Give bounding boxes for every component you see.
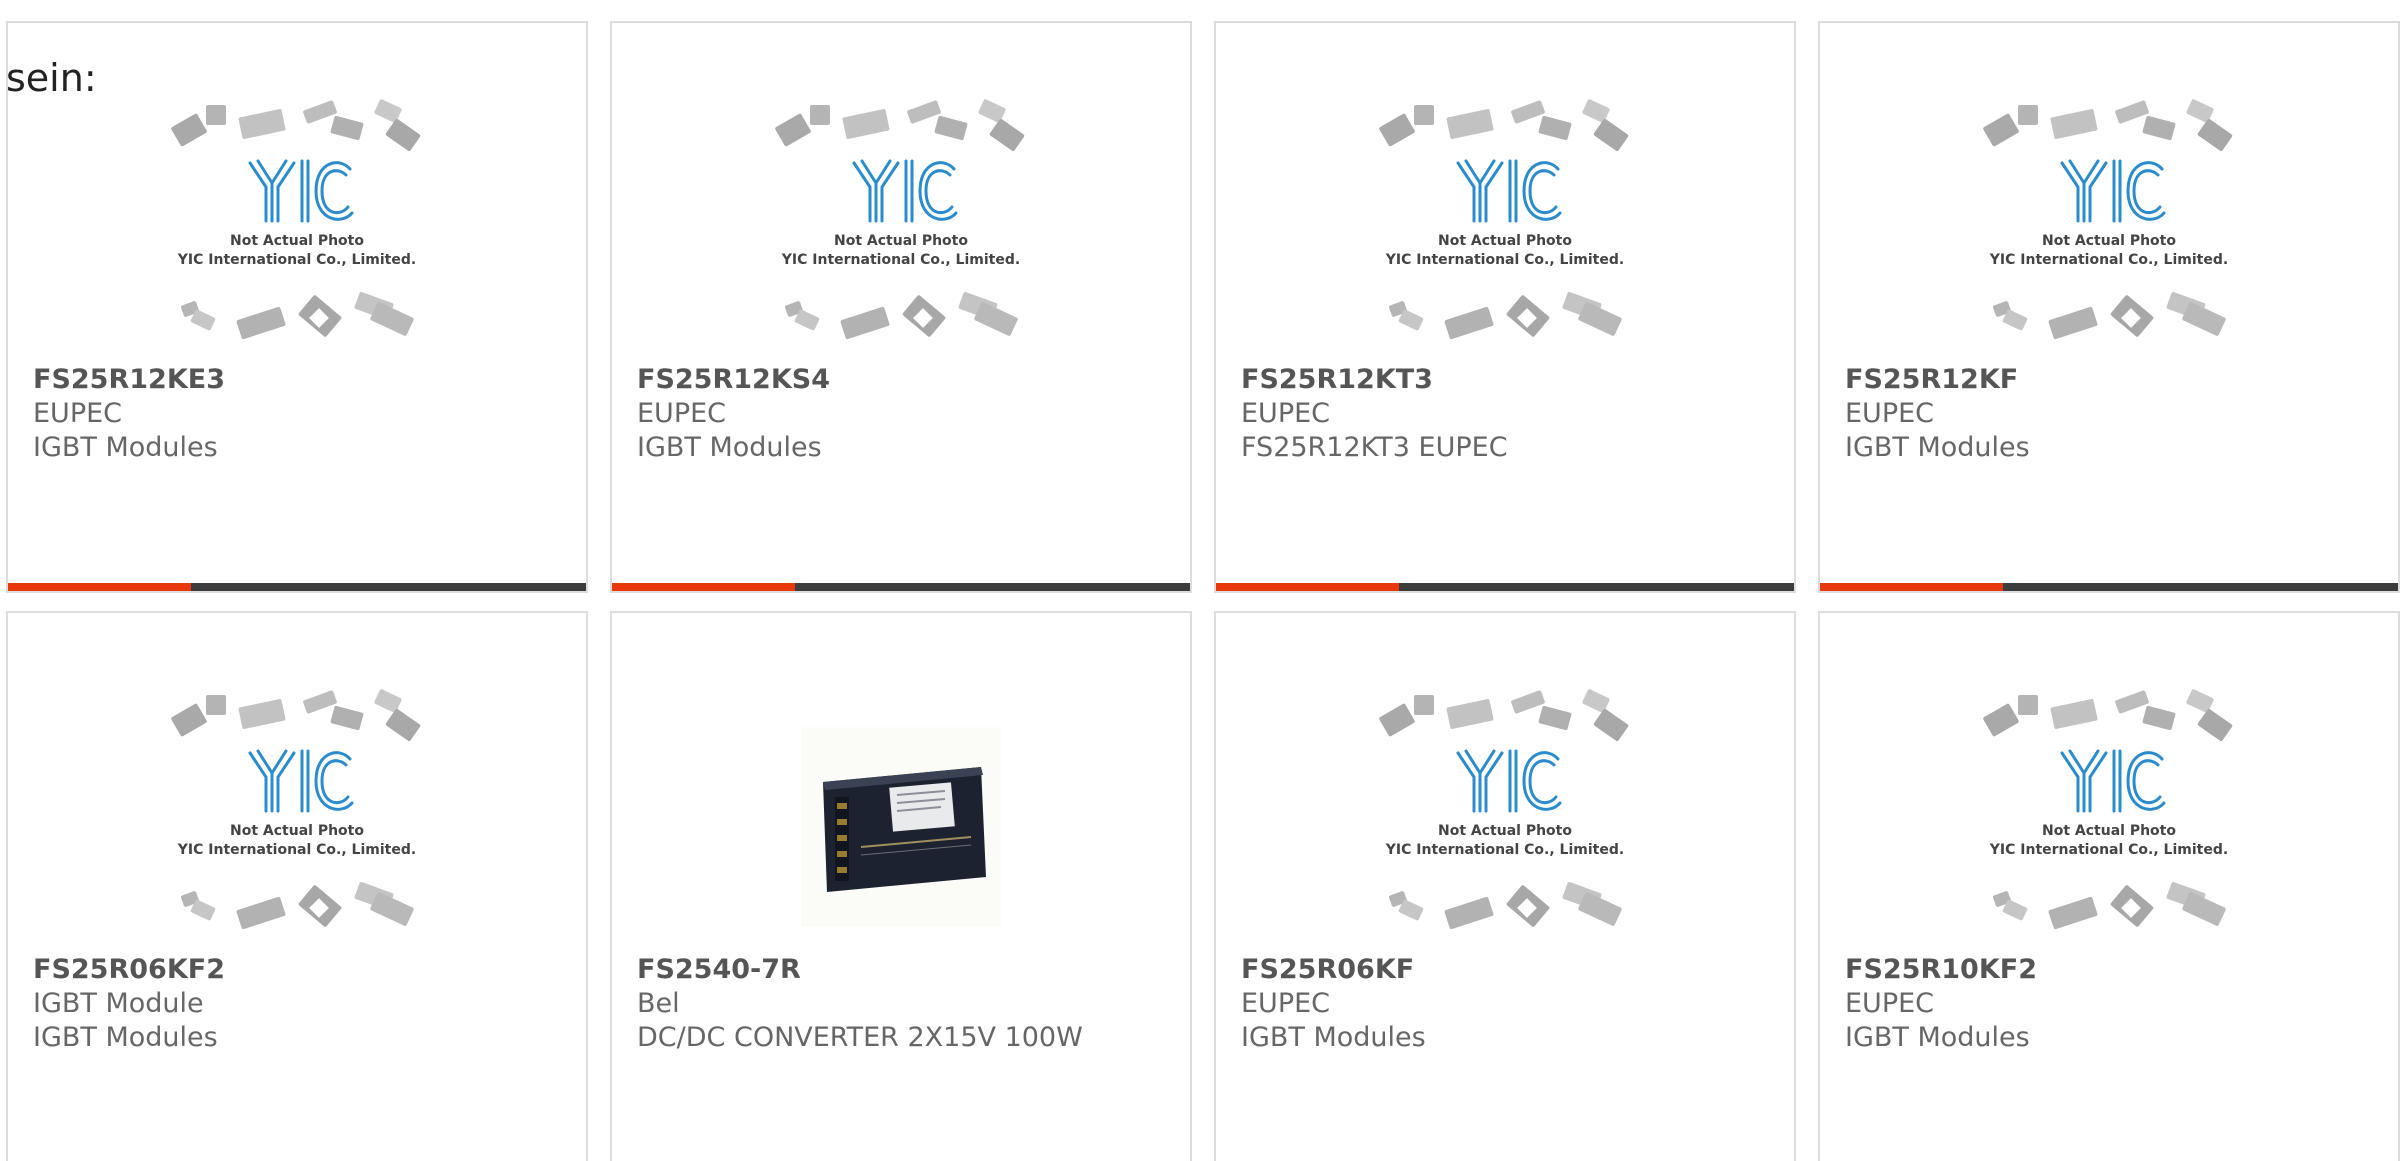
manufacturer: EUPEC xyxy=(1845,988,1935,1019)
description: FS25R12KT3 EUPEC xyxy=(1241,432,1508,463)
svg-text:YIC International Co., Limited: YIC International Co., Limited. xyxy=(1989,842,2228,858)
product-image: Not Actual Photo YIC International Co., … xyxy=(8,689,586,965)
part-number[interactable]: FS25R10KF2 xyxy=(1845,953,2378,987)
product-info: FS25R12KS4 EUPEC IGBT Modules xyxy=(637,363,1170,465)
not-actual-photo-icon: Not Actual Photo YIC International Co., … xyxy=(1379,99,1629,340)
not-actual-photo-icon: Not Actual Photo YIC International Co., … xyxy=(1983,689,2233,930)
card-bottom-bar xyxy=(8,583,586,591)
product-grid: Not Actual Photo YIC International Co., … xyxy=(6,21,2400,1161)
description: IGBT Modules xyxy=(1241,1022,1426,1053)
intro-text: sein: xyxy=(6,56,97,100)
product-image: Not Actual Photo YIC International Co., … xyxy=(612,99,1190,375)
product-image: Not Actual Photo YIC International Co., … xyxy=(1216,99,1794,375)
product-image: Not Actual Photo YIC International Co., … xyxy=(1216,689,1794,965)
part-number[interactable]: FS25R12KT3 xyxy=(1241,363,1774,397)
svg-text:Not Actual Photo: Not Actual Photo xyxy=(1438,823,1572,839)
manufacturer: EUPEC xyxy=(1241,988,1331,1019)
svg-text:Not Actual Photo: Not Actual Photo xyxy=(834,233,968,249)
product-card[interactable]: Not Actual Photo YIC International Co., … xyxy=(6,21,588,593)
product-info: FS25R12KE3 EUPEC IGBT Modules xyxy=(33,363,566,465)
placeholder-image: Not Actual Photo YIC International Co., … xyxy=(1370,99,1640,375)
product-card[interactable]: Not Actual Photo YIC International Co., … xyxy=(1214,21,1796,593)
card-accent-bar xyxy=(1820,583,2003,591)
manufacturer: IGBT Module xyxy=(33,988,204,1019)
placeholder-image: Not Actual Photo YIC International Co., … xyxy=(1974,99,2244,375)
description: IGBT Modules xyxy=(1845,432,2030,463)
part-number[interactable]: FS2540-7R xyxy=(637,953,1170,987)
part-number[interactable]: FS25R12KS4 xyxy=(637,363,1170,397)
card-accent-bar xyxy=(8,583,191,591)
manufacturer: EUPEC xyxy=(1241,398,1331,429)
description: IGBT Modules xyxy=(33,1022,218,1053)
part-number[interactable]: FS25R06KF2 xyxy=(33,953,566,987)
card-bottom-bar xyxy=(1216,583,1794,591)
part-number[interactable]: FS25R06KF xyxy=(1241,953,1774,987)
product-info: FS2540-7R Bel DC/DC CONVERTER 2X15V 100W xyxy=(637,953,1170,1055)
svg-text:YIC International Co., Limited: YIC International Co., Limited. xyxy=(781,252,1020,268)
part-number[interactable]: FS25R12KE3 xyxy=(33,363,566,397)
svg-text:YIC International Co., Limited: YIC International Co., Limited. xyxy=(1385,842,1624,858)
description: IGBT Modules xyxy=(33,432,218,463)
converter-icon xyxy=(801,727,1001,927)
svg-text:YIC International Co., Limited: YIC International Co., Limited. xyxy=(177,842,416,858)
not-actual-photo-icon: Not Actual Photo YIC International Co., … xyxy=(171,99,421,340)
placeholder-image: Not Actual Photo YIC International Co., … xyxy=(162,689,432,965)
product-card[interactable]: Not Actual Photo YIC International Co., … xyxy=(6,611,588,1161)
placeholder-image: Not Actual Photo YIC International Co., … xyxy=(1370,689,1640,965)
svg-text:YIC International Co., Limited: YIC International Co., Limited. xyxy=(1385,252,1624,268)
product-info: FS25R12KF EUPEC IGBT Modules xyxy=(1845,363,2378,465)
svg-text:Not Actual Photo: Not Actual Photo xyxy=(1438,233,1572,249)
svg-text:Not Actual Photo: Not Actual Photo xyxy=(2042,233,2176,249)
placeholder-image: Not Actual Photo YIC International Co., … xyxy=(1974,689,2244,965)
description: DC/DC CONVERTER 2X15V 100W xyxy=(637,1022,1083,1053)
product-image: Not Actual Photo YIC International Co., … xyxy=(1820,99,2398,375)
svg-text:Not Actual Photo: Not Actual Photo xyxy=(2042,823,2176,839)
not-actual-photo-icon: Not Actual Photo YIC International Co., … xyxy=(171,689,421,930)
card-bottom-bar xyxy=(1820,583,2398,591)
product-image xyxy=(612,689,1190,965)
manufacturer: EUPEC xyxy=(33,398,123,429)
product-image: Not Actual Photo YIC International Co., … xyxy=(8,99,586,375)
part-number[interactable]: FS25R12KF xyxy=(1845,363,2378,397)
card-accent-bar xyxy=(612,583,795,591)
product-card[interactable]: Not Actual Photo YIC International Co., … xyxy=(1818,21,2400,593)
product-card[interactable]: Not Actual Photo YIC International Co., … xyxy=(1818,611,2400,1161)
product-listing-page: sein: Not Actual Photo YIC International… xyxy=(0,0,2400,1161)
svg-text:Not Actual Photo: Not Actual Photo xyxy=(230,823,364,839)
product-card[interactable]: Not Actual Photo YIC International Co., … xyxy=(1214,611,1796,1161)
not-actual-photo-icon: Not Actual Photo YIC International Co., … xyxy=(1379,689,1629,930)
placeholder-image: Not Actual Photo YIC International Co., … xyxy=(766,99,1036,375)
product-image: Not Actual Photo YIC International Co., … xyxy=(1820,689,2398,965)
product-info: FS25R06KF2 IGBT Module IGBT Modules xyxy=(33,953,566,1055)
product-card[interactable]: Not Actual Photo YIC International Co., … xyxy=(610,21,1192,593)
manufacturer: EUPEC xyxy=(637,398,727,429)
description: IGBT Modules xyxy=(637,432,822,463)
not-actual-photo-icon: Not Actual Photo YIC International Co., … xyxy=(775,99,1025,340)
product-info: FS25R10KF2 EUPEC IGBT Modules xyxy=(1845,953,2378,1055)
card-accent-bar xyxy=(1216,583,1399,591)
svg-text:YIC International Co., Limited: YIC International Co., Limited. xyxy=(177,252,416,268)
manufacturer: EUPEC xyxy=(1845,398,1935,429)
svg-text:YIC International Co., Limited: YIC International Co., Limited. xyxy=(1989,252,2228,268)
svg-text:Not Actual Photo: Not Actual Photo xyxy=(230,233,364,249)
card-bottom-bar xyxy=(612,583,1190,591)
not-actual-photo-icon: Not Actual Photo YIC International Co., … xyxy=(1983,99,2233,340)
product-info: FS25R06KF EUPEC IGBT Modules xyxy=(1241,953,1774,1055)
dc-dc-converter-photo xyxy=(801,727,1001,927)
product-info: FS25R12KT3 EUPEC FS25R12KT3 EUPEC xyxy=(1241,363,1774,465)
manufacturer: Bel xyxy=(637,988,680,1019)
product-card[interactable]: FS2540-7R Bel DC/DC CONVERTER 2X15V 100W xyxy=(610,611,1192,1161)
placeholder-image: Not Actual Photo YIC International Co., … xyxy=(162,99,432,375)
description: IGBT Modules xyxy=(1845,1022,2030,1053)
